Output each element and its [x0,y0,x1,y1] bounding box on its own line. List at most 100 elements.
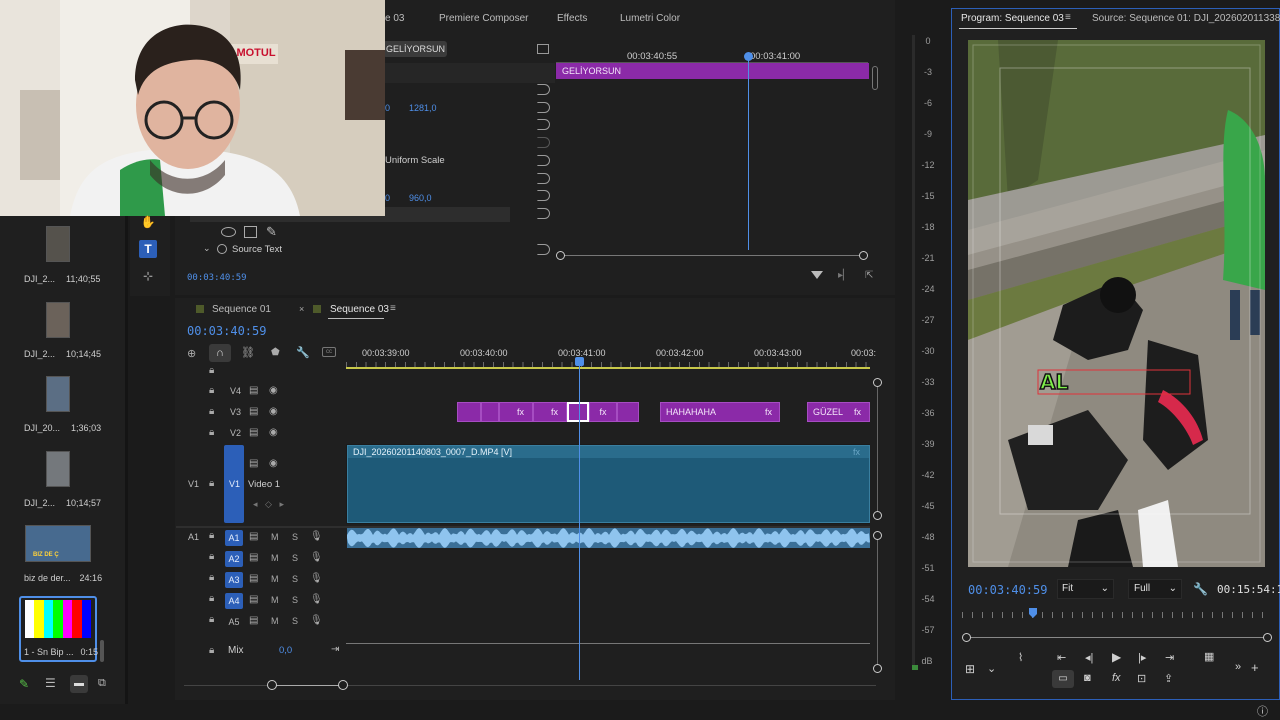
vr-view-icon[interactable]: ⊡ [1137,672,1146,685]
track-target-a3[interactable]: A3 [225,572,243,588]
solo-button[interactable]: S [292,553,298,563]
play-icon[interactable]: ▶ [1112,650,1121,664]
panel-toggle-icon[interactable] [537,44,549,54]
lock-icon[interactable]: 🔒︎ [209,551,214,562]
tab-sequence-03[interactable]: Sequence 03 [330,304,389,315]
ec-clip-bar[interactable]: GELİYORSUN [556,63,869,79]
reset-icon[interactable] [537,155,550,166]
track-target-a1[interactable]: A1 [225,530,243,546]
play-only-audio-icon[interactable]: ▸▏ [838,270,851,281]
eye-icon[interactable]: ◉ [269,406,278,417]
vscroll-handle-top[interactable] [873,378,882,387]
project-item-name[interactable]: DJI_20... 1;36;03 [24,423,104,433]
safe-margins-icon[interactable]: ⊞ [965,662,975,676]
step-forward-icon[interactable]: |▸ [1138,651,1146,664]
wrench-icon[interactable]: 🔧 [1193,582,1208,596]
sync-lock-icon[interactable]: ▤ [249,531,258,542]
project-thumbnail[interactable] [46,451,70,487]
linked-selection-icon[interactable]: ⛓ [241,346,255,359]
audio-vscroll-top[interactable] [873,531,882,540]
track-target-a4[interactable]: A4 [225,593,243,609]
reset-icon[interactable] [537,84,550,95]
sync-lock-icon[interactable]: ▤ [249,458,258,469]
export-frame-icon[interactable]: ⇪ [1164,672,1173,685]
mute-button[interactable]: M [271,616,279,626]
lock-icon[interactable]: 🔒︎ [209,478,214,489]
fit-select[interactable]: Fit ⌄ [1057,579,1114,599]
tab-lumetri-color[interactable]: Lumetri Color [620,13,680,24]
project-scrollbar[interactable] [100,640,104,662]
v3-clip-hahahaha[interactable]: HAHAHAHA fx [660,402,780,422]
rectangle-tool-icon[interactable] [244,226,257,238]
mark-in-icon[interactable]: ⌇ [1018,651,1023,664]
hscroll-handle-right[interactable] [338,680,348,690]
program-timecode[interactable]: 00:03:40:59 [968,583,1047,597]
project-thumbnail[interactable] [46,376,70,412]
solo-button[interactable]: S [292,532,298,542]
icon-view-icon[interactable]: ▬ [70,675,88,693]
close-icon[interactable]: × [299,304,304,314]
vscroll-handle-bottom[interactable] [873,511,882,520]
ec-vscroll[interactable] [872,66,878,90]
freeform-view-icon[interactable]: ⧉ [98,677,106,690]
ec-playhead-handle[interactable] [744,52,753,61]
timeline-timecode[interactable]: 00:03:40:59 [187,324,266,338]
solo-button[interactable]: S [292,574,298,584]
reset-icon[interactable] [537,102,550,113]
reset-icon[interactable] [537,244,550,255]
a1-source-patch[interactable]: A1 [188,532,199,542]
project-item-name[interactable]: DJI_2... 10;14;57 [24,498,104,508]
ec-scroll-start-handle[interactable] [556,251,565,260]
go-to-out-icon[interactable]: ⇥ [1165,651,1174,664]
anchor-y-value[interactable]: 960,0 [409,193,432,203]
info-icon[interactable]: ⓘ [1257,703,1268,719]
project-thumbnail[interactable] [46,226,70,262]
sync-lock-icon[interactable]: ▤ [249,573,258,584]
more-controls-icon[interactable]: » [1235,661,1241,673]
captions-icon[interactable]: cc [322,347,336,357]
v3-clip[interactable] [481,402,499,422]
solo-button[interactable]: S [292,616,298,626]
sync-lock-icon[interactable]: ▤ [249,406,258,417]
tab-premiere-composer[interactable]: Premiere Composer [439,13,528,24]
step-back-icon[interactable]: ◂| [1085,651,1093,664]
add-button-icon[interactable]: + [1251,660,1259,675]
reset-icon[interactable] [537,119,550,130]
ec-scroll-end-handle[interactable] [859,251,868,260]
project-item-name[interactable]: 1 - Sn Bip ... 0:15 [24,647,104,657]
program-monitor-title[interactable]: Program: Sequence 03 [961,13,1064,24]
project-thumbnail[interactable] [46,302,70,338]
source-monitor-tab[interactable]: Source: Sequence 01: DJI_202602011338 [1092,13,1280,24]
mute-button[interactable]: M [271,532,279,542]
position-y-value[interactable]: 1281,0 [409,103,437,113]
solo-button[interactable]: S [292,595,298,605]
v3-clip[interactable]: fx [589,402,617,422]
eye-icon[interactable]: ◉ [269,427,278,438]
v1-video-clip[interactable]: DJI_20260201140803_0007_D.MP4 [V] fx [347,445,870,523]
tab-sequence-01[interactable]: Sequence 01 [212,304,271,315]
insert-nest-icon[interactable]: ⊕ [187,347,196,360]
microphone-icon[interactable]: 🎙︎ [310,615,323,626]
stopwatch-icon[interactable] [217,244,227,254]
lock-icon[interactable]: 🔒︎ [209,530,214,541]
filter-icon[interactable] [811,271,823,279]
track-target-a2[interactable]: A2 [225,551,243,567]
text-overlay-al[interactable]: AL [1039,369,1069,395]
expand-chevron-icon[interactable]: ⌄ [203,243,211,254]
v3-clip[interactable]: fx [499,402,533,422]
anchor-x-value[interactable]: 0 [385,193,390,203]
lock-icon[interactable]: 🔒︎ [209,427,214,438]
track-target-a5[interactable]: A5 [225,614,243,630]
sync-lock-icon[interactable]: ▤ [249,615,258,626]
eye-icon[interactable]: ◉ [269,385,278,396]
mix-value[interactable]: 0,0 [279,645,292,656]
tab-sequence[interactable]: e 03 [385,13,404,24]
microphone-icon[interactable]: 🎙︎ [310,531,323,542]
chevron-down-icon[interactable]: ⌄ [987,662,996,675]
lock-icon[interactable]: 🔒︎ [209,593,214,604]
v3-clip[interactable] [617,402,639,422]
project-item-name[interactable]: DJI_2... 11;40;55 [24,274,104,284]
program-scroll-left[interactable] [962,633,971,642]
fx-toggle-icon[interactable]: fx [1112,672,1121,684]
v3-clip-selected[interactable] [567,402,589,422]
